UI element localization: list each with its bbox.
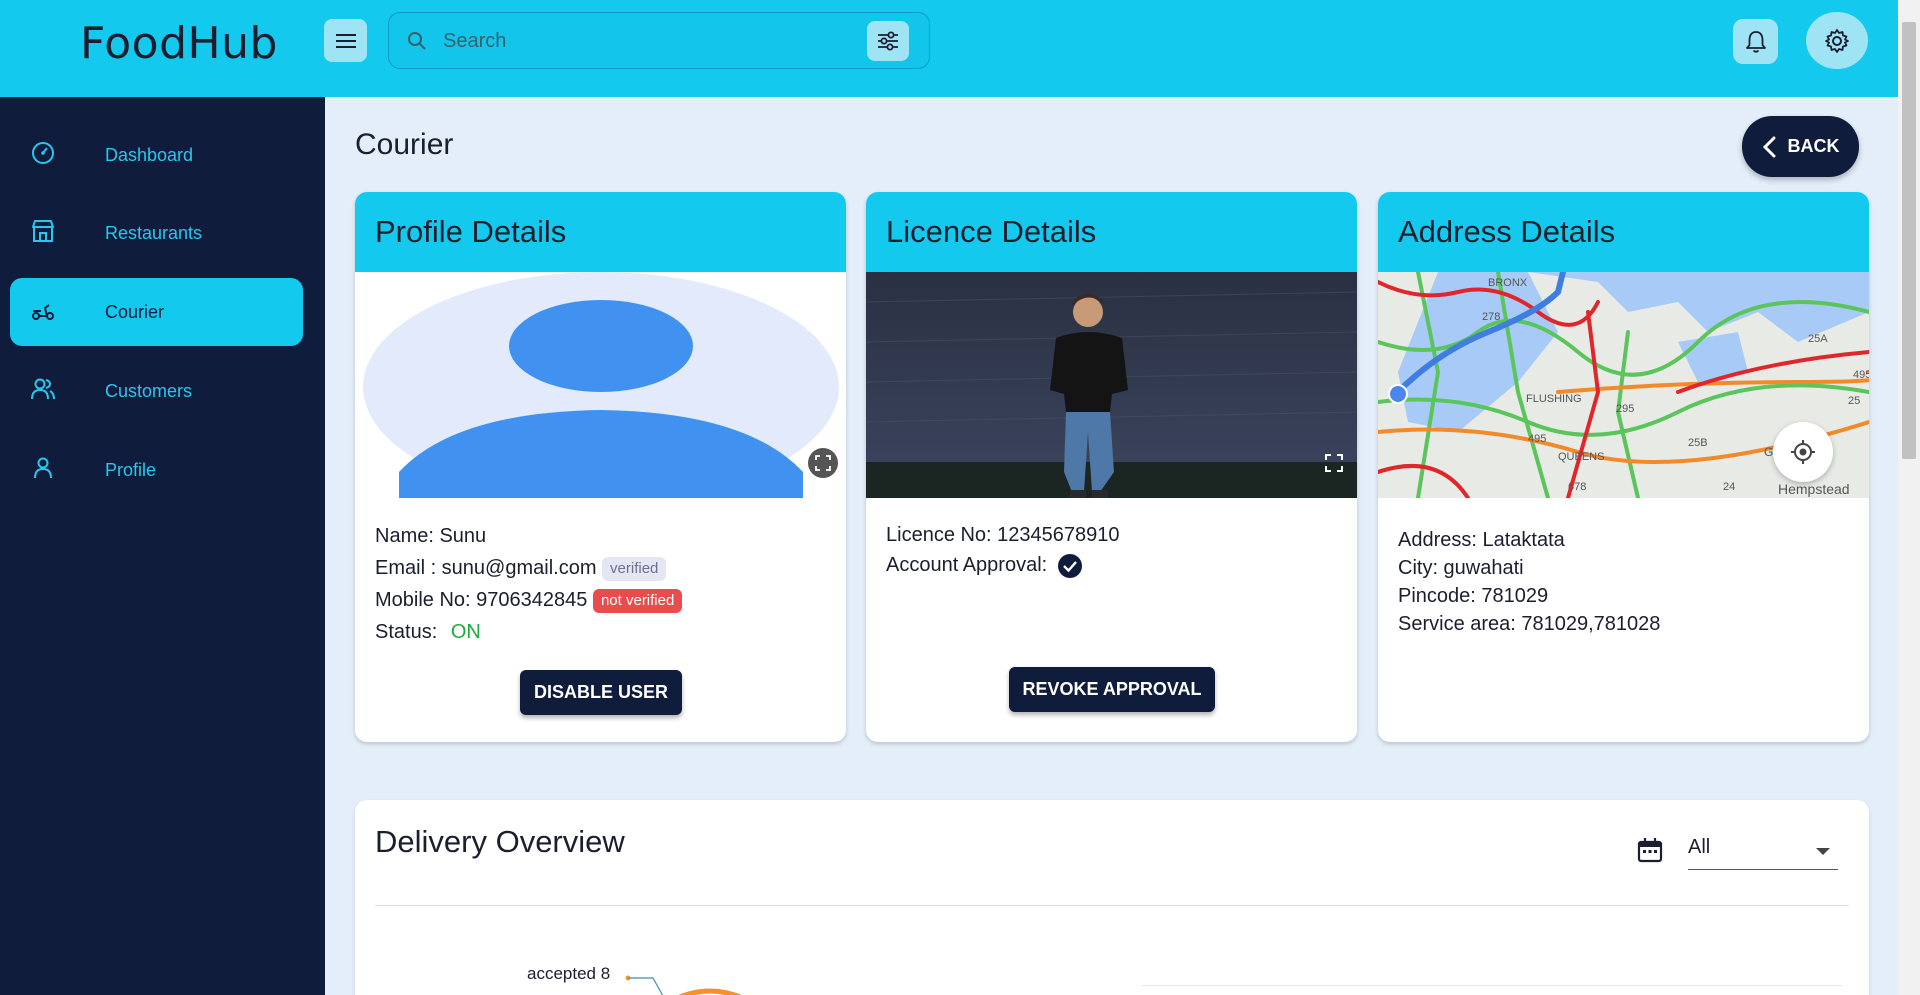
sidebar-item-label: Restaurants	[105, 222, 203, 243]
settings-button[interactable]	[1806, 12, 1868, 69]
date-filter-select[interactable]: All	[1688, 828, 1838, 870]
scooter-icon	[32, 304, 54, 320]
map-label: BRONX	[1488, 277, 1528, 289]
licence-card-title: Licence Details	[866, 192, 1357, 272]
map-label: 495	[1853, 369, 1869, 381]
revoke-approval-button[interactable]: REVOKE APPROVAL	[1009, 667, 1215, 712]
filter-button[interactable]	[867, 21, 909, 61]
address-city: City: guwahati	[1398, 557, 1524, 579]
top-bar: FoodHub	[0, 0, 1898, 97]
address-line: Address: Lataktata	[1398, 529, 1565, 551]
date-filter-value: All	[1688, 836, 1711, 858]
search-bar	[388, 12, 930, 69]
sidebar-item-restaurants[interactable]: Restaurants	[10, 199, 303, 267]
back-button[interactable]: BACK	[1742, 116, 1859, 177]
map-label: QUEENS	[1558, 451, 1604, 463]
map-label: G	[1764, 445, 1773, 459]
sidebar-item-label: Profile	[105, 459, 157, 480]
profile-card-title: Profile Details	[355, 192, 846, 272]
sidebar-item-label: Courier	[105, 301, 165, 322]
chevron-left-icon	[1762, 136, 1775, 157]
map-label: 24	[1723, 481, 1735, 493]
locate-me-button[interactable]	[1773, 422, 1833, 482]
dashboard-icon	[32, 142, 54, 164]
map-label: 25	[1848, 395, 1860, 407]
sidebar-item-courier[interactable]: Courier	[10, 278, 303, 346]
map-label: 278	[1482, 311, 1500, 323]
status-value: ON	[450, 621, 481, 643]
expand-icon[interactable]	[808, 448, 838, 478]
gear-icon	[1825, 28, 1849, 53]
users-icon	[31, 378, 55, 400]
licence-photo	[866, 272, 1357, 498]
address-service-area: Service area: 781029,781028	[1398, 613, 1661, 635]
address-pincode: Pincode: 781029	[1398, 585, 1549, 607]
person-photo	[866, 272, 1357, 498]
store-icon	[32, 220, 54, 242]
back-label: BACK	[1787, 136, 1840, 156]
sidebar-item-label: Dashboard	[105, 144, 194, 165]
address-card-title: Address Details	[1378, 192, 1869, 272]
avatar-placeholder-icon	[363, 272, 839, 498]
map-label: 678	[1568, 481, 1586, 493]
address-card: Address Details BRONX FLUSHING QUEENS He…	[1378, 192, 1869, 742]
app-brand: FoodHub	[80, 18, 278, 69]
map-label: 495	[1528, 433, 1546, 445]
sidebar-item-profile[interactable]: Profile	[10, 436, 303, 504]
profile-email-row: Email : sunu@gmail.com verified	[375, 552, 826, 584]
sidebar-item-label: Customers	[105, 380, 193, 401]
filter-sliders-icon	[878, 31, 898, 51]
map-label: FLUSHING	[1526, 393, 1582, 405]
notifications-button[interactable]	[1733, 19, 1778, 64]
profile-status-row: Status: ON	[375, 616, 826, 648]
sidebar: Dashboard Restaurants Courier Customers …	[0, 97, 325, 995]
crosshair-icon	[1791, 440, 1815, 464]
expand-icon[interactable]	[1321, 450, 1351, 480]
chevron-down-icon	[1816, 848, 1830, 855]
page-scrollbar[interactable]	[1898, 0, 1920, 995]
profile-info: Name: Sunu Email : sunu@gmail.com verifi…	[355, 498, 846, 670]
sidebar-item-customers[interactable]: Customers	[10, 357, 303, 425]
user-icon	[34, 457, 52, 479]
profile-mobile-row: Mobile No: 9706342845 not verified	[375, 584, 826, 616]
pie-leader-line	[625, 975, 742, 995]
mobile-not-verified-badge: not verified	[592, 588, 683, 613]
delivery-overview-title: Delivery Overview	[375, 824, 625, 859]
licence-info: Licence No: 12345678910 Account Approval…	[866, 498, 1357, 602]
check-circle-icon	[1057, 553, 1082, 578]
profile-card: Profile Details Name: Sunu Email : sunu@…	[355, 192, 846, 742]
divider	[375, 905, 1849, 906]
search-input[interactable]	[443, 27, 843, 55]
profile-mobile: Mobile No: 9706342845	[375, 589, 588, 611]
search-icon	[408, 32, 426, 50]
chart-frame-edge	[1142, 985, 1842, 986]
map-label: Hempstead	[1778, 481, 1850, 497]
approval-label: Account Approval:	[886, 554, 1048, 576]
map-label: 25B	[1688, 437, 1708, 449]
profile-avatar-image	[355, 272, 846, 498]
map-view[interactable]: BRONX FLUSHING QUEENS Hempstead G 278 29…	[1378, 272, 1869, 498]
profile-email: Email : sunu@gmail.com	[375, 557, 597, 579]
account-approval-row: Account Approval:	[886, 550, 1337, 580]
delivery-overview-card: Delivery Overview All accepted 8	[355, 800, 1869, 995]
licence-number: Licence No: 12345678910	[886, 524, 1120, 546]
profile-name: Name: Sunu	[375, 525, 487, 547]
calendar-icon	[1637, 838, 1663, 863]
address-info: Address: Lataktata City: guwahati Pincod…	[1378, 498, 1869, 660]
status-label: Status:	[375, 621, 438, 643]
pie-label-accepted: accepted 8	[527, 964, 611, 983]
scrollbar-thumb[interactable]	[1902, 22, 1916, 459]
page-title: Courier	[355, 128, 454, 161]
licence-card: Licence Details Licence No: 12345678910 …	[866, 192, 1357, 742]
disable-user-button[interactable]: DISABLE USER	[520, 670, 682, 715]
bell-icon	[1745, 30, 1766, 53]
map-label: 295	[1616, 403, 1634, 415]
email-verified-badge: verified	[602, 556, 667, 581]
map-label: 25A	[1808, 333, 1828, 345]
hamburger-icon	[335, 33, 356, 48]
sidebar-item-dashboard[interactable]: Dashboard	[10, 121, 303, 189]
menu-button[interactable]	[324, 19, 367, 62]
